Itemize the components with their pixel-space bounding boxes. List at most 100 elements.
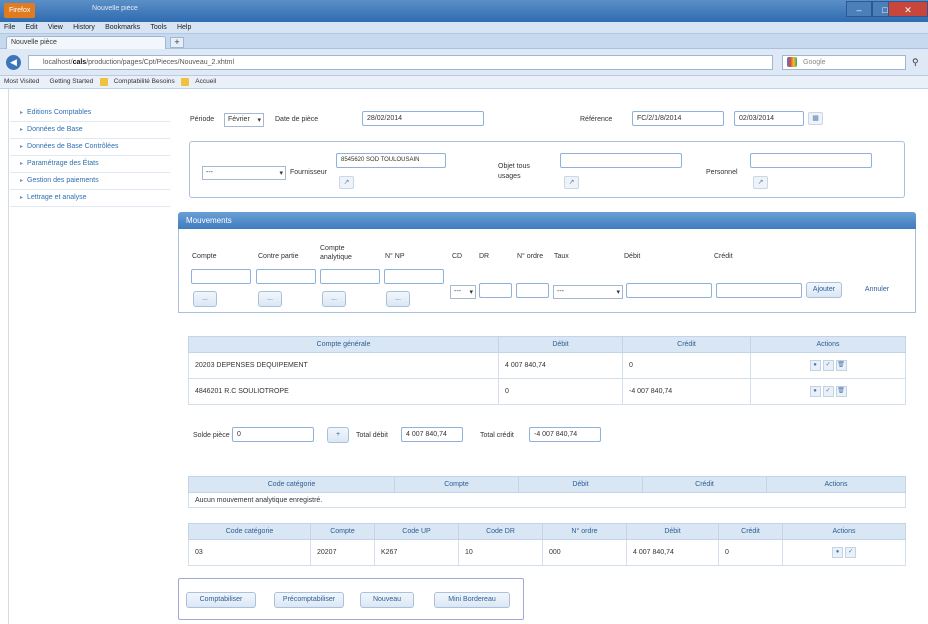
date-piece-label: Date de pièce (275, 116, 319, 123)
bookmark-getting-started[interactable]: Getting Started (46, 76, 98, 87)
personnel-search-button[interactable]: ↗ (753, 176, 768, 189)
compte-input[interactable] (191, 269, 251, 284)
delete-icon[interactable]: 🗑 (835, 386, 847, 397)
total-debit-label: Total débit (356, 432, 388, 439)
compte-col-label: Compte (192, 253, 217, 260)
np-lookup-button[interactable]: ... (386, 291, 410, 307)
sidebar-item-donnees-controlees[interactable]: Données de Base Contrôlées (10, 139, 170, 156)
edit-icon[interactable]: ✓ (822, 360, 834, 371)
app-menu-button[interactable]: Firefox (4, 3, 36, 18)
menu-help[interactable]: Help (173, 23, 195, 32)
sidebar-item-editions[interactable]: Editions Comptables (10, 105, 170, 122)
objet-input[interactable] (560, 153, 682, 168)
analytique-lookup-button[interactable]: ... (322, 291, 346, 307)
debit-input[interactable] (626, 283, 712, 298)
comptabiliser-button[interactable]: Comptabiliser (186, 592, 256, 608)
cell-cat: 03 (188, 539, 311, 566)
view-icon[interactable]: ● (809, 360, 821, 371)
sidebar-item-paiements[interactable]: Gestion des paiements (10, 173, 170, 190)
table-row[interactable]: 20203 DEPENSES DEQUIPEMENT 4 007 840,74 … (188, 352, 906, 379)
date-piece-input[interactable]: 28/02/2014 (362, 111, 484, 126)
ajouter-button[interactable]: Ajouter (806, 282, 842, 298)
col-code-dr: Code DR (458, 523, 543, 540)
browser-tab-active[interactable]: Nouvelle pièce (6, 36, 166, 49)
solde-piece-input[interactable]: 0 (232, 427, 314, 442)
cell-debit: 0 (498, 378, 623, 405)
total-credit-input[interactable]: -4 007 840,74 (529, 427, 601, 442)
cell-ordre: 000 (542, 539, 627, 566)
back-arrow-icon[interactable]: ◀ (6, 55, 21, 70)
col-debit: Débit (626, 523, 719, 540)
contrepartie-input[interactable] (256, 269, 316, 284)
analytic-table: Code catégorie Compte Débit Crédit Actio… (188, 476, 906, 508)
fournisseur-search-button[interactable]: ↗ (339, 176, 354, 189)
menu-tools[interactable]: Tools (146, 23, 170, 32)
menu-history[interactable]: History (69, 23, 99, 32)
numordre-input[interactable] (516, 283, 549, 298)
taux-select[interactable]: --- (553, 285, 623, 299)
search-input[interactable]: Google (782, 55, 906, 70)
menu-bookmarks[interactable]: Bookmarks (101, 23, 144, 32)
objet-label: Objet tous usages (498, 163, 530, 180)
sidebar-item-lettrage[interactable]: Lettrage et analyse (10, 190, 170, 207)
cd-col-label: CD (452, 253, 463, 260)
col-credit: Crédit (622, 336, 751, 353)
new-tab-button[interactable]: + (170, 37, 184, 48)
analytique-input[interactable] (320, 269, 380, 284)
nouveau-button[interactable]: Nouveau (360, 592, 414, 608)
close-window-button[interactable]: ✕ (888, 1, 928, 17)
calendar-icon[interactable]: ▦ (808, 112, 823, 125)
table-row[interactable]: 4846201 R.C SOULIOTROPE 0 -4 007 840,74 … (188, 378, 906, 405)
general-accounts-table: Compte générale Débit Crédit Actions 202… (188, 336, 906, 405)
mini-bordereau-button[interactable]: Mini Bordereau (434, 592, 510, 608)
total-debit-input[interactable]: 4 007 840,74 (401, 427, 463, 442)
objet-search-button[interactable]: ↗ (564, 176, 579, 189)
precomptabiliser-button[interactable]: Précomptabiliser (274, 592, 344, 608)
url-path: /production/pages/Cpt/Pieces/Nouveau_2.x… (86, 59, 235, 66)
recalculate-button[interactable]: + (327, 427, 349, 443)
fournisseur-input[interactable]: 8545620 SOD TOULOUSAIN (336, 153, 446, 168)
reference-input[interactable]: FC/2/1/8/2014 (632, 111, 724, 126)
sidebar: Editions Comptables Données de Base Donn… (0, 89, 178, 624)
annuler-button[interactable]: Annuler (856, 282, 898, 298)
address-bar[interactable]: localhost/cals/production/pages/Cpt/Piec… (28, 55, 773, 70)
google-icon (787, 57, 797, 67)
col-compte-generale: Compte générale (188, 336, 499, 353)
detail-table: Code catégorie Compte Code UP Code DR N°… (188, 523, 906, 566)
cell-credit: -4 007 840,74 (622, 378, 751, 405)
bookmark-comptabilite[interactable]: Comptabilité Besoins (110, 76, 179, 87)
view-icon[interactable]: ● (832, 547, 843, 558)
contrepartie-lookup-button[interactable]: ... (258, 291, 282, 307)
menu-file[interactable]: File (0, 23, 19, 32)
edit-icon[interactable]: ✓ (822, 386, 834, 397)
numordre-col-label: N° ordre (517, 253, 544, 260)
bookmark-most-visited[interactable]: Most Visited (0, 76, 43, 87)
bookmark-accueil[interactable]: Accueil (191, 76, 220, 87)
delete-icon[interactable]: 🗑 (835, 360, 847, 371)
menu-view[interactable]: View (44, 23, 67, 32)
sidebar-item-parametrage-etats[interactable]: Paramétrage des États (10, 156, 170, 173)
mouvements-header: Mouvements (178, 212, 916, 229)
np-col-label: N° NP (385, 253, 405, 260)
cell-debit: 4 007 840,74 (498, 352, 623, 379)
reference-date-input[interactable]: 02/03/2014 (734, 111, 804, 126)
credit-input[interactable] (716, 283, 802, 298)
sidebar-item-donnees-base[interactable]: Données de Base (10, 122, 170, 139)
view-icon[interactable]: ● (809, 386, 821, 397)
search-glass-icon[interactable]: ⚲ (912, 57, 919, 68)
fournisseur-type-select[interactable]: --- (202, 166, 286, 180)
col-actions: Actions (766, 476, 906, 493)
np-input[interactable] (384, 269, 444, 284)
table-row[interactable]: 03 20207 K267 10 000 4 007 840,74 0 ● ✓ (188, 539, 906, 566)
menu-edit[interactable]: Edit (22, 23, 42, 32)
cd-select[interactable]: --- (450, 285, 476, 299)
dr-input[interactable] (479, 283, 512, 298)
personnel-input[interactable] (750, 153, 872, 168)
minimize-button[interactable]: – (846, 1, 872, 17)
compte-lookup-button[interactable]: ... (193, 291, 217, 307)
edit-icon[interactable]: ✓ (845, 547, 856, 558)
credit-col-label: Crédit (714, 253, 733, 260)
col-credit: Crédit (718, 523, 783, 540)
contrepartie-col-label: Contre partie (258, 253, 299, 260)
periode-select[interactable]: Février (224, 113, 264, 127)
